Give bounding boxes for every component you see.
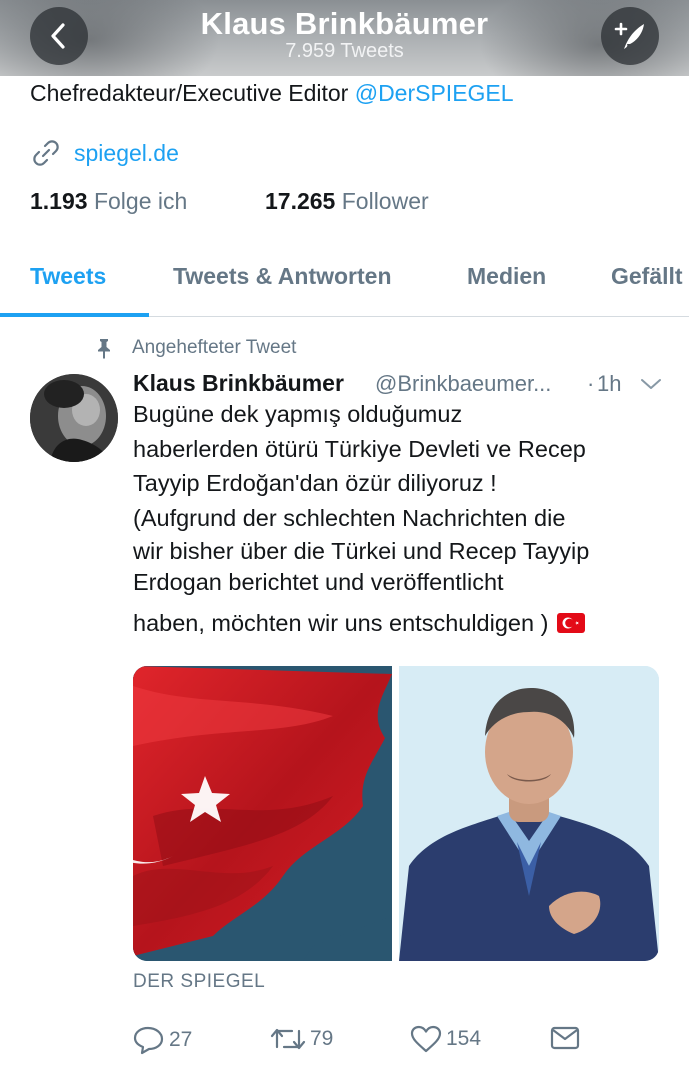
media-source-label[interactable]: DER SPIEGEL bbox=[133, 971, 265, 993]
like-count: 154 bbox=[446, 1027, 482, 1050]
tweet-text-line: Tayyip Erdoğan'dan özür diliyoruz ! bbox=[133, 470, 497, 496]
following-count: 1.193 bbox=[30, 188, 88, 214]
tweet-text-last: haben, möchten wir uns entschuldigen ) bbox=[133, 610, 549, 636]
tweet-text-line: (Aufgrund der schlechten Nachrichten die bbox=[133, 505, 566, 531]
heart-icon bbox=[410, 1025, 442, 1053]
avatar-photo bbox=[30, 374, 118, 462]
following-label: Folge ich bbox=[93, 188, 188, 214]
website-link[interactable]: spiegel.de bbox=[74, 140, 179, 167]
tweet-text-line: wir bisher über die Türkei und Recep Tay… bbox=[133, 538, 590, 564]
tweet-text-line: Bugüne dek yapmış olduğumuz bbox=[133, 401, 463, 427]
envelope-icon bbox=[550, 1026, 580, 1050]
profile-website[interactable]: spiegel.de bbox=[30, 137, 179, 169]
pinned-indicator: Angehefteter Tweet bbox=[94, 337, 296, 359]
tweet-text-line: haberlerden ötürü Türkiye Devleti ve Rec… bbox=[133, 436, 586, 462]
reply-count: 27 bbox=[169, 1028, 193, 1051]
followers-count: 17.265 bbox=[265, 188, 336, 214]
tweet-count: 7.959 Tweets bbox=[285, 40, 404, 62]
header-title: Klaus Brinkbäumer bbox=[200, 6, 489, 41]
tweet-text-line-last: haben, möchten wir uns entschuldigen ) bbox=[133, 610, 585, 637]
active-tab-indicator bbox=[0, 313, 149, 317]
following-stat[interactable]: 1.193 Folge ich bbox=[30, 188, 187, 215]
link-icon bbox=[33, 140, 59, 166]
tweet-author-handle[interactable]: @Brinkbaeumer... bbox=[375, 371, 551, 397]
tweet-menu-button[interactable] bbox=[640, 377, 662, 396]
separator-dot: · bbox=[587, 371, 595, 396]
tweet-media[interactable] bbox=[133, 666, 659, 961]
followers-label: Follower bbox=[341, 188, 429, 214]
turkish-flag-photo[interactable] bbox=[133, 666, 392, 961]
compose-tweet-icon bbox=[614, 22, 644, 49]
like-button[interactable]: 154 bbox=[410, 1025, 481, 1053]
direct-message-button[interactable] bbox=[550, 1025, 580, 1051]
reply-button[interactable]: 27 bbox=[133, 1025, 192, 1055]
tweet-author-name[interactable]: Klaus Brinkbäumer bbox=[133, 370, 344, 397]
avatar[interactable] bbox=[30, 374, 118, 462]
portrait-photo[interactable] bbox=[399, 666, 659, 961]
profile-header: Klaus Brinkbäumer 7.959 Tweets bbox=[0, 0, 689, 76]
bio-mention-link[interactable]: @DerSPIEGEL bbox=[355, 80, 514, 106]
retweet-icon bbox=[270, 1028, 306, 1050]
profile-tabs: Tweets Tweets & Antworten Medien Gefällt bbox=[0, 245, 689, 317]
tab-tweets[interactable]: Tweets bbox=[30, 263, 106, 290]
tweet-timestamp[interactable]: 1h bbox=[597, 371, 621, 397]
followers-stat[interactable]: 17.265 Follower bbox=[265, 188, 429, 215]
tab-media[interactable]: Medien bbox=[467, 263, 546, 290]
pinned-label: Angehefteter Tweet bbox=[132, 337, 297, 358]
tab-likes[interactable]: Gefällt bbox=[611, 263, 683, 290]
retweet-count: 79 bbox=[310, 1027, 334, 1050]
profile-bio: Chefredakteur/Executive Editor @DerSPIEG… bbox=[30, 80, 514, 107]
bio-text: Chefredakteur/Executive Editor bbox=[30, 80, 355, 106]
tab-tweets-and-replies[interactable]: Tweets & Antworten bbox=[173, 263, 392, 290]
tweet-text-line: Erdogan berichtet und veröffentlicht bbox=[133, 569, 504, 595]
pin-icon bbox=[98, 339, 110, 359]
retweet-button[interactable]: 79 bbox=[270, 1025, 333, 1053]
reply-icon bbox=[133, 1026, 164, 1055]
compose-tweet-button[interactable] bbox=[601, 7, 659, 65]
turkey-flag-emoji bbox=[556, 613, 585, 633]
chevron-down-icon bbox=[641, 379, 661, 389]
